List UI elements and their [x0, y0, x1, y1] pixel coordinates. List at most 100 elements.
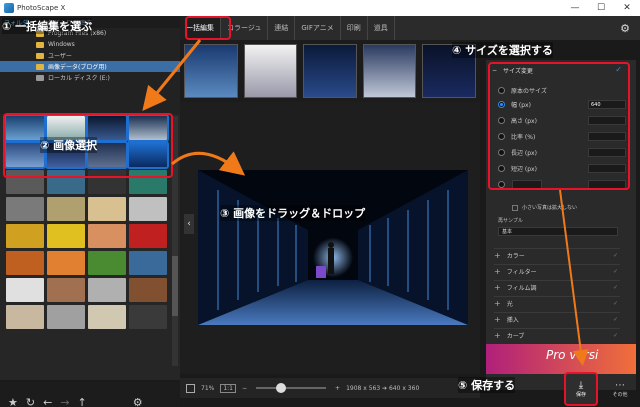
film-thumbnail[interactable] — [362, 44, 417, 98]
plus-icon: + — [494, 315, 501, 324]
plus-icon: + — [494, 283, 501, 292]
thumbnail[interactable] — [47, 278, 85, 302]
effect-insert[interactable]: + 挿入 ✓ — [494, 312, 620, 326]
pro-version-banner[interactable]: Pro versi — [486, 344, 636, 374]
server-room-image — [198, 170, 468, 325]
thumbnail[interactable] — [88, 305, 126, 329]
forward-icon[interactable]: → — [60, 396, 69, 407]
close-button[interactable]: ✕ — [614, 0, 640, 16]
resample-label: 再サンプル — [498, 218, 523, 224]
tree-item[interactable]: ユーザー — [0, 50, 180, 61]
film-thumbnail[interactable] — [243, 44, 298, 98]
main-preview-image[interactable] — [198, 170, 468, 325]
minimize-button[interactable]: — — [562, 0, 588, 16]
left-panel: フォルダー お気に入り 南方 Program Files (x86) Windo… — [0, 16, 180, 407]
thumbnail[interactable] — [129, 305, 167, 329]
thumbnail[interactable] — [129, 251, 167, 275]
window-title: PhotoScape X — [17, 4, 66, 12]
tree-item-selected[interactable]: 画像データ(ブログ用) — [0, 61, 180, 72]
fit-toggle[interactable] — [186, 383, 195, 393]
image-size: 1908 x 563 ➔ 640 x 360 — [346, 384, 420, 392]
checkbox[interactable] — [512, 204, 518, 211]
favorite-icon[interactable]: ★ — [8, 396, 18, 407]
thumbnail[interactable] — [6, 305, 44, 329]
more-icon: ⋯ — [615, 380, 625, 391]
zoom-slider-knob[interactable] — [276, 383, 287, 393]
thumbnail[interactable] — [6, 197, 44, 221]
thumbnail[interactable] — [88, 251, 126, 275]
thumbnail[interactable] — [47, 197, 85, 221]
annotation-box-tab — [185, 16, 231, 40]
folder-icon — [36, 52, 44, 59]
zoom-out-icon[interactable]: − — [242, 385, 247, 392]
settings-gear-icon[interactable]: ⚙ — [618, 21, 632, 35]
zoom-slider[interactable] — [256, 383, 327, 393]
tab-print[interactable]: 印刷 — [341, 16, 368, 40]
annotation-label-3: ③ 画像をドラッグ＆ドロップ — [220, 205, 366, 221]
thumbnail[interactable] — [47, 305, 85, 329]
annotation-label-2: ② 画像選択 — [40, 137, 98, 153]
tab-tools[interactable]: 道具 — [368, 16, 395, 40]
check-icon: ✓ — [612, 316, 618, 323]
thumbnail[interactable] — [47, 224, 85, 248]
check-icon: ✓ — [612, 252, 618, 259]
folder-tree: Program Files (x86) Windows ユーザー 画像データ(ブ… — [0, 28, 180, 114]
effect-light[interactable]: + 光 ✓ — [494, 296, 620, 310]
thumbnail[interactable] — [88, 197, 126, 221]
effect-color[interactable]: + カラー ✓ — [494, 248, 620, 262]
no-upscale-checkbox[interactable]: 小さい写真は拡大しない — [512, 204, 577, 211]
collapse-arrow-icon[interactable]: ‹ — [184, 214, 194, 234]
thumbnail[interactable] — [88, 278, 126, 302]
app-icon — [4, 3, 14, 13]
tab-gif[interactable]: GIFアニメ — [295, 16, 341, 40]
scrollbar-knob[interactable] — [172, 256, 178, 316]
effect-filter[interactable]: + フィルター ✓ — [494, 264, 620, 278]
effect-film[interactable]: + フィルム調 ✓ — [494, 280, 620, 294]
annotation-label-1: ① 一括編集を選ぶ — [2, 18, 93, 34]
annotation-label-5: ⑤ 保存する — [458, 377, 516, 393]
thumbnail[interactable] — [129, 278, 167, 302]
thumbnail[interactable] — [88, 224, 126, 248]
annotation-box-save — [564, 372, 598, 406]
zoom-level: 71% — [201, 384, 215, 392]
maximize-button[interactable]: ☐ — [588, 0, 614, 16]
plus-icon: + — [494, 331, 501, 340]
plus-icon: + — [494, 299, 501, 308]
thumbnail[interactable] — [6, 278, 44, 302]
filmstrip — [180, 40, 480, 102]
annotation-box-size — [488, 62, 630, 190]
film-thumbnail[interactable] — [184, 44, 238, 98]
left-toolbar: ★ ↻ ← → ↑ ⚙ — [0, 382, 180, 407]
effect-curve[interactable]: + カーブ ✓ — [494, 328, 620, 342]
check-icon: ✓ — [612, 332, 618, 339]
up-icon[interactable]: ↑ — [78, 396, 87, 407]
gear-icon[interactable]: ⚙ — [133, 396, 143, 407]
thumbnail[interactable] — [6, 251, 44, 275]
thumbnail[interactable] — [129, 224, 167, 248]
thumbnail[interactable] — [129, 197, 167, 221]
thumbnail[interactable] — [6, 224, 44, 248]
tab-combine[interactable]: 連結 — [268, 16, 296, 40]
check-icon: ✓ — [612, 268, 618, 275]
top-nav: 一括編集 コラージュ 連結 GIFアニメ 印刷 道具 ⚙ — [180, 16, 640, 40]
resample-select[interactable]: 基本 — [498, 227, 618, 236]
folder-icon — [36, 41, 44, 48]
film-thumbnail[interactable] — [303, 44, 357, 98]
more-button[interactable]: ⋯ その他 — [606, 376, 634, 402]
annotation-label-4: ④ サイズを選択する — [452, 42, 553, 58]
tree-item[interactable]: Windows — [0, 39, 180, 50]
back-icon[interactable]: ← — [43, 396, 52, 407]
plus-icon: + — [494, 251, 501, 260]
status-bar: 71% 1:1 − + 1908 x 563 ➔ 640 x 360 — [180, 378, 480, 398]
folder-icon — [36, 63, 44, 70]
thumbnail[interactable] — [47, 251, 85, 275]
check-icon: ✓ — [612, 300, 618, 307]
plus-icon: + — [494, 267, 501, 276]
zoom-in-icon[interactable]: + — [335, 385, 340, 392]
ratio-button[interactable]: 1:1 — [220, 383, 236, 393]
refresh-icon[interactable]: ↻ — [26, 396, 35, 407]
title-bar: PhotoScape X — ☐ ✕ — [0, 0, 640, 16]
tree-item[interactable]: ローカル ディスク (E:) — [0, 72, 180, 83]
drive-icon — [36, 74, 44, 81]
check-icon: ✓ — [612, 284, 618, 291]
